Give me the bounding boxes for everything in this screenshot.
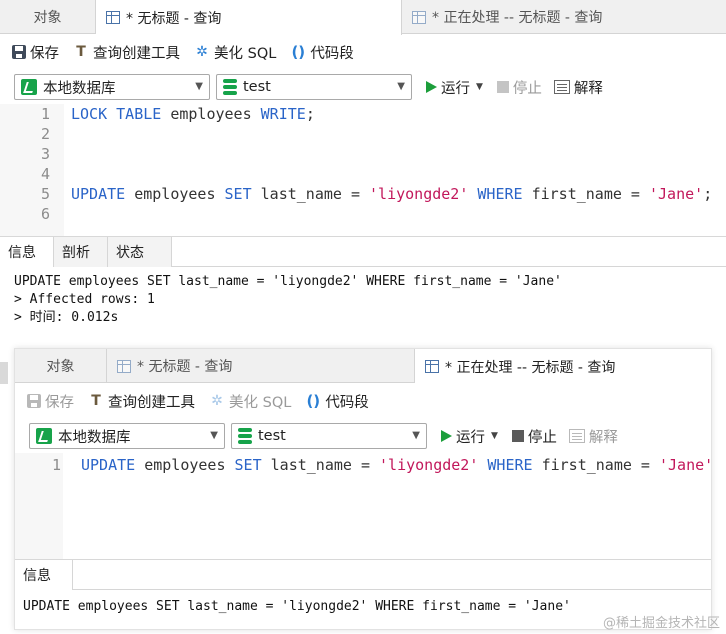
query-table-icon	[425, 360, 439, 373]
parentheses-icon: ()	[291, 42, 306, 61]
query-toolbar: 保存 T 查询创建工具 ✲ 美化 SQL () 代码段	[0, 34, 726, 70]
query-builder-button[interactable]: T 查询创建工具	[73, 42, 180, 63]
result-tab-bar: 信息 剖析 状态	[0, 237, 726, 267]
editor-line: 1 UPDATE employees SET last_name = 'liyo…	[51, 456, 712, 474]
query-table-icon	[117, 359, 131, 373]
editor-line: 3	[40, 145, 50, 163]
play-icon	[441, 430, 452, 442]
query-window-main: 对象 * 无标题 - 查询 * 正在处理 -- 无标题 - 查询 保存 T 查询创…	[0, 0, 726, 340]
editor-line: 1 LOCK TABLE employees WRITE;	[40, 105, 315, 123]
stop-button[interactable]: 停止	[511, 426, 557, 447]
tab-profile[interactable]: 剖析	[54, 237, 108, 267]
tab-untitled-query[interactable]: * 无标题 - 查询	[107, 349, 415, 383]
stop-icon	[496, 81, 509, 93]
divider	[0, 362, 8, 384]
query-builder-button[interactable]: T 查询创建工具	[88, 391, 195, 412]
editor-tab-bar: 对象 * 无标题 - 查询 * 正在处理 -- 无标题 - 查询	[15, 349, 711, 384]
editor-line: 2	[40, 125, 50, 143]
editor-line: 5 UPDATE employees SET last_name = 'liyo…	[40, 185, 713, 203]
connection-icon	[21, 79, 37, 95]
magic-wand-icon: ✲	[211, 393, 223, 409]
code-snippet-button[interactable]: () 代码段	[290, 42, 353, 63]
tab-processing-query[interactable]: * 正在处理 -- 无标题 - 查询	[402, 0, 726, 34]
chevron-down-icon: ▼	[397, 81, 405, 92]
connection-select[interactable]: 本地数据库 ▼	[14, 74, 210, 100]
query-toolbar: 保存 T 查询创建工具 ✲ 美化 SQL () 代码段	[15, 383, 711, 419]
message-output: UPDATE employees SET last_name = 'liyong…	[14, 274, 562, 325]
tab-objects[interactable]: 对象	[0, 0, 96, 34]
sql-editor[interactable]: 1 LOCK TABLE employees WRITE; 2 3 4 5 UP…	[0, 104, 726, 236]
explain-button[interactable]: 解释	[553, 77, 603, 98]
chevron-down-icon: ▼	[195, 81, 203, 92]
tab-processing-query[interactable]: * 正在处理 -- 无标题 - 查询	[415, 349, 711, 384]
connection-row: 本地数据库 ▼ test ▼ 运行 ▼ 停止 解释	[15, 419, 711, 453]
watermark: @稀土掘金技术社区	[602, 616, 720, 631]
database-select[interactable]: test ▼	[216, 74, 412, 100]
magic-wand-icon: ✲	[196, 44, 208, 60]
tab-status[interactable]: 状态	[108, 237, 172, 267]
code-snippet-button[interactable]: () 代码段	[305, 391, 368, 412]
tab-info[interactable]: 信息	[0, 237, 54, 267]
beautify-sql-button[interactable]: ✲ 美化 SQL	[209, 391, 291, 412]
explain-button[interactable]: 解释	[568, 426, 618, 447]
chevron-down-icon: ▼	[412, 430, 420, 441]
run-dropdown-icon[interactable]: ▼	[476, 82, 483, 92]
tab-untitled-query[interactable]: * 无标题 - 查询	[96, 0, 402, 35]
save-icon	[27, 394, 41, 408]
database-icon	[238, 428, 252, 444]
hammer-icon: T	[76, 44, 86, 60]
stop-icon	[511, 430, 524, 442]
tab-info[interactable]: 信息	[15, 560, 73, 590]
editor-line: 6	[40, 205, 50, 223]
connection-select[interactable]: 本地数据库 ▼	[29, 423, 225, 449]
query-table-icon	[412, 10, 426, 24]
save-button[interactable]: 保存	[12, 42, 59, 63]
tab-objects[interactable]: 对象	[15, 349, 107, 383]
database-icon	[223, 79, 237, 95]
result-tab-bar: 信息	[15, 560, 711, 590]
explain-icon	[568, 429, 585, 443]
query-table-icon	[106, 11, 120, 24]
save-button[interactable]: 保存	[27, 391, 74, 412]
parentheses-icon: ()	[306, 391, 321, 410]
editor-tab-bar: 对象 * 无标题 - 查询 * 正在处理 -- 无标题 - 查询	[0, 0, 726, 35]
connection-row: 本地数据库 ▼ test ▼ 运行 ▼ 停止 解释	[0, 70, 726, 104]
hammer-icon: T	[91, 393, 101, 409]
play-icon	[426, 81, 437, 93]
run-button[interactable]: 运行 ▼	[426, 77, 483, 98]
chevron-down-icon: ▼	[210, 430, 218, 441]
query-window-processing: 对象 * 无标题 - 查询 * 正在处理 -- 无标题 - 查询 保存 T 查询创…	[14, 348, 712, 630]
stop-button[interactable]: 停止	[496, 77, 542, 98]
connection-icon	[36, 428, 52, 444]
editor-line: 4	[40, 165, 50, 183]
save-icon	[12, 45, 26, 59]
database-select[interactable]: test ▼	[231, 423, 427, 449]
explain-icon	[553, 80, 570, 94]
beautify-sql-button[interactable]: ✲ 美化 SQL	[194, 42, 276, 63]
sql-editor[interactable]: 1 UPDATE employees SET last_name = 'liyo…	[15, 453, 711, 559]
run-dropdown-icon[interactable]: ▼	[491, 431, 498, 441]
run-button[interactable]: 运行 ▼	[441, 426, 498, 447]
